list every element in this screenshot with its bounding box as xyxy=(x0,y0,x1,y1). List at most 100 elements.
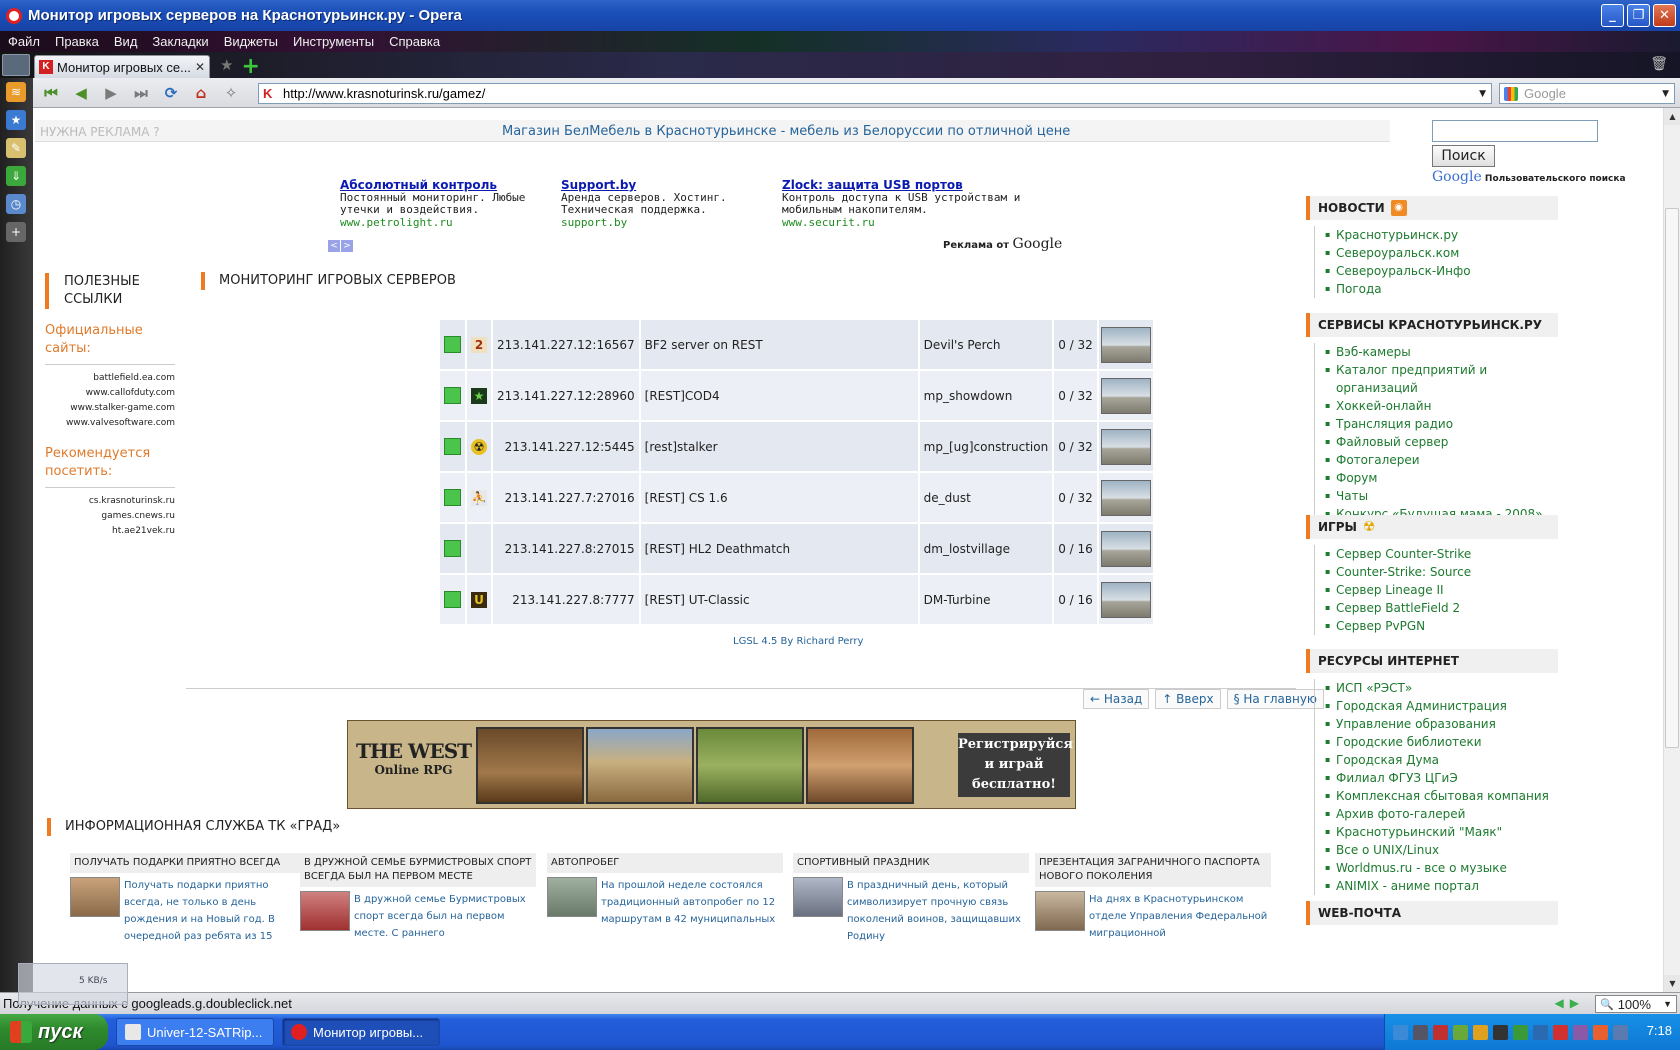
menu-view[interactable]: Вид xyxy=(114,34,138,49)
menu-edit[interactable]: Правка xyxy=(55,34,99,49)
services-link[interactable]: Каталог предприятий и организаций xyxy=(1325,361,1558,397)
the-west-banner[interactable]: THE WEST Online RPG Регистрируйся и игра… xyxy=(347,720,1076,809)
news-text[interactable]: Получать подарки приятно всегда, не толь… xyxy=(124,877,306,945)
site-search-button[interactable]: Поиск xyxy=(1432,145,1495,167)
tray-arrow-icon[interactable] xyxy=(1393,1024,1408,1040)
maximize-button[interactable]: ❐ xyxy=(1627,4,1650,27)
games-link[interactable]: Сервер Counter-Strike xyxy=(1325,545,1558,563)
server-name[interactable]: [REST]COD4 xyxy=(640,371,918,420)
news-heading[interactable]: СПОРТИВНЫЙ ПРАЗДНИК xyxy=(793,853,1029,873)
tray-app-icon[interactable] xyxy=(1593,1024,1608,1040)
services-link[interactable]: Чаты xyxy=(1325,487,1558,505)
server-name[interactable]: [REST] HL2 Deathmatch xyxy=(640,524,918,573)
resources-link[interactable]: Городская Дума xyxy=(1325,751,1558,769)
services-link[interactable]: Файловый сервер xyxy=(1325,433,1558,451)
map-thumbnail[interactable] xyxy=(1100,530,1151,567)
rss-icon[interactable]: ◉ xyxy=(1390,200,1407,216)
server-row[interactable]: ★ 213.141.227.12:28960 [REST]COD4 mp_showdo… xyxy=(440,371,1153,420)
google-ad[interactable]: Support.by Аренда серверов. Хостинг. Тех… xyxy=(561,178,761,229)
feeds-panel-icon[interactable]: ≋ xyxy=(6,82,26,102)
games-link[interactable]: Сервер Lineage II xyxy=(1325,581,1558,599)
close-tab-icon[interactable]: ✕ xyxy=(195,60,205,74)
google-ad[interactable]: Zlock: защита USB портов Контроль доступ… xyxy=(782,178,1022,229)
menu-widgets[interactable]: Виджеты xyxy=(224,34,278,49)
menu-help[interactable]: Справка xyxy=(389,34,440,49)
menu-tools[interactable]: Инструменты xyxy=(293,34,374,49)
server-row[interactable]: 2 213.141.227.12:16567 BF2 server on REST D… xyxy=(440,320,1153,369)
tray-app-icon[interactable] xyxy=(1473,1024,1488,1040)
tray-app-icon[interactable] xyxy=(1553,1024,1568,1040)
close-window-button[interactable]: ✕ xyxy=(1653,4,1676,27)
resources-link[interactable]: Городские библиотеки xyxy=(1325,733,1558,751)
tray-app-icon[interactable] xyxy=(1413,1024,1428,1040)
official-link[interactable]: battlefield.ea.com xyxy=(45,371,175,386)
services-link[interactable]: Вэб-камеры xyxy=(1325,343,1558,361)
resources-link[interactable]: Филиал ФГУЗ ЦГиЭ xyxy=(1325,769,1558,787)
games-link[interactable]: Сервер BattleField 2 xyxy=(1325,599,1558,617)
news-text[interactable]: В праздничный день, который символизируе… xyxy=(847,877,1029,945)
recommended-link[interactable]: games.cnews.ru xyxy=(45,509,175,524)
services-link[interactable]: Трансляция радио xyxy=(1325,415,1558,433)
scroll-down-icon[interactable]: ▼ xyxy=(1664,975,1680,992)
address-url[interactable]: http://www.krasnoturinsk.ru/gamez/ xyxy=(283,86,1479,101)
games-link[interactable]: Counter-Strike: Source xyxy=(1325,563,1558,581)
page-scrollbar[interactable]: ▲ ▼ xyxy=(1663,108,1680,992)
zoom-dropdown-icon[interactable]: ▼ xyxy=(1663,999,1672,1009)
tab-active[interactable]: K Монитор игровых се... ✕ xyxy=(34,55,210,78)
news-text[interactable]: На днях в Краснотурьинском отделе Управл… xyxy=(1089,891,1271,942)
opera-menu-icon[interactable] xyxy=(2,54,30,76)
news-image[interactable] xyxy=(1035,891,1085,931)
map-thumbnail[interactable] xyxy=(1100,377,1151,414)
resources-link[interactable]: ANIMIX - аниме портал xyxy=(1325,877,1558,895)
address-bar[interactable]: K http://www.krasnoturinsk.ru/gamez/ ▼ xyxy=(258,83,1492,104)
resources-link[interactable]: Архив фото-галерей xyxy=(1325,805,1558,823)
status-nav-arrows-icon[interactable]: ◀▶ xyxy=(1555,996,1585,1010)
start-button[interactable]: пуск xyxy=(0,1014,108,1050)
need-ad-link[interactable]: НУЖНА РЕКЛАМА ? xyxy=(40,125,160,139)
ad-url[interactable]: support.by xyxy=(561,216,761,229)
tray-app-icon[interactable] xyxy=(1493,1024,1508,1040)
site-search-input[interactable] xyxy=(1432,120,1598,142)
news-link[interactable]: Североуральск.ком xyxy=(1325,244,1558,262)
news-image[interactable] xyxy=(547,877,597,917)
recommended-link[interactable]: ht.ae21vek.ru xyxy=(45,524,175,539)
resources-link[interactable]: Городская Администрация xyxy=(1325,697,1558,715)
news-image[interactable] xyxy=(300,891,350,931)
resources-link[interactable]: ИСП «РЭСТ» xyxy=(1325,679,1558,697)
games-link[interactable]: Сервер PvPGN xyxy=(1325,617,1558,635)
trash-icon[interactable]: 🗑 xyxy=(1650,56,1668,72)
ad-url[interactable]: www.securit.ru xyxy=(782,216,1022,229)
server-address[interactable]: 213.141.227.7:27016 xyxy=(493,473,639,522)
zoom-value[interactable]: 100% xyxy=(1618,997,1663,1012)
tray-app-icon[interactable] xyxy=(1453,1024,1468,1040)
server-name[interactable]: BF2 server on REST xyxy=(640,320,918,369)
server-address[interactable]: 213.141.227.12:5445 xyxy=(493,422,639,471)
news-heading[interactable]: ПРЕЗЕНТАЦИЯ ЗАГРАНИЧНОГО ПАСПОРТА НОВОГО… xyxy=(1035,853,1271,887)
server-row[interactable]: ⛹ 213.141.227.7:27016 [REST] CS 1.6 de_dust… xyxy=(440,473,1153,522)
taskbar-item[interactable]: Univer-12-SATRip... xyxy=(116,1018,274,1046)
downloads-panel-icon[interactable]: ⇓ xyxy=(6,166,26,186)
fast-forward-icon[interactable]: ⏭ xyxy=(130,83,152,103)
server-address[interactable]: 213.141.227.8:27015 xyxy=(493,524,639,573)
scroll-up-icon[interactable]: ▲ xyxy=(1664,108,1680,125)
official-link[interactable]: www.callofduty.com xyxy=(45,386,175,401)
search-placeholder[interactable]: Google xyxy=(1524,86,1662,101)
news-heading[interactable]: В ДРУЖНОЙ СЕМЬЕ БУРМИСТРОВЫХ СПОРТ ВСЕГД… xyxy=(300,853,536,887)
map-thumbnail[interactable] xyxy=(1100,326,1151,363)
ad-next-icon[interactable]: > xyxy=(341,240,353,252)
services-link[interactable]: Фотогалереи xyxy=(1325,451,1558,469)
up-link[interactable]: ↑ Вверх xyxy=(1155,689,1221,709)
server-name[interactable]: [rest]stalker xyxy=(640,422,918,471)
scroll-thumb[interactable] xyxy=(1665,208,1679,748)
server-row[interactable]: U 213.141.227.8:7777 [REST] UT-Classic DM-T… xyxy=(440,575,1153,624)
menu-file[interactable]: Файл xyxy=(8,34,40,49)
add-panel-icon[interactable]: + xyxy=(6,222,26,242)
services-link[interactable]: Хоккей-онлайн xyxy=(1325,397,1558,415)
map-thumbnail[interactable] xyxy=(1100,428,1151,465)
address-dropdown-icon[interactable]: ▼ xyxy=(1479,89,1486,99)
history-panel-icon[interactable]: ◷ xyxy=(6,194,26,214)
news-link[interactable]: Краснотурьинск.ру xyxy=(1325,226,1558,244)
wand-icon[interactable]: ✧ xyxy=(220,83,242,103)
recommended-link[interactable]: cs.krasnoturinsk.ru xyxy=(45,494,175,509)
rewind-icon[interactable]: ⏮ xyxy=(40,83,62,103)
